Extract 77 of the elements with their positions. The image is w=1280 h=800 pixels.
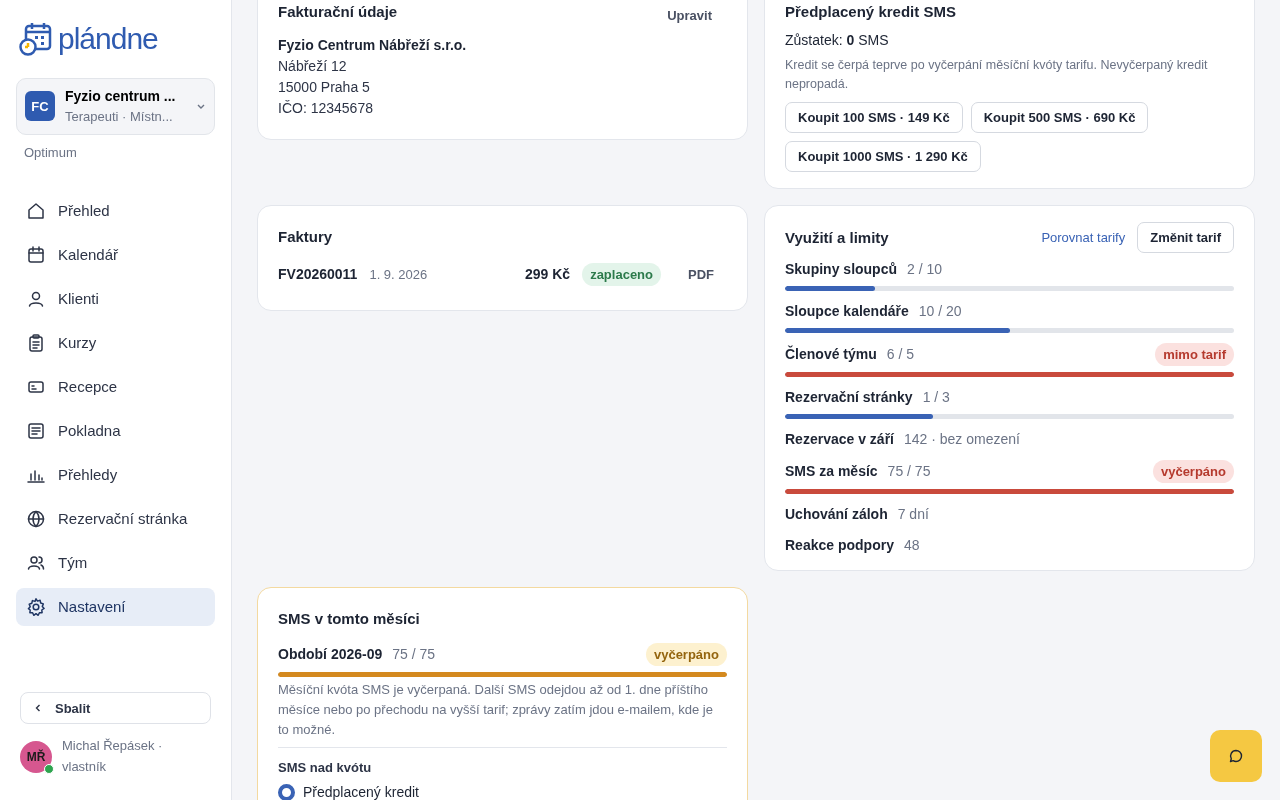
section-label: SMS nad kvótu bbox=[278, 759, 373, 777]
limit-label: Rezervace v září bbox=[785, 430, 894, 449]
logo-icon bbox=[18, 21, 54, 57]
credit-balance: Zůstatek: 0 SMS bbox=[785, 31, 890, 50]
change-plan-button[interactable]: Změnit tarif bbox=[1137, 222, 1234, 253]
paid-status: zaplaceno bbox=[582, 263, 661, 286]
card-title: Předplacený kredit SMS bbox=[785, 2, 957, 22]
address-line: Nábřeží 12 bbox=[278, 56, 348, 76]
limit-label: SMS za měsíc bbox=[785, 462, 878, 481]
nav-item[interactable]: Kurzy bbox=[16, 324, 215, 362]
chat-icon bbox=[1228, 748, 1244, 764]
invoice-amount: 299 Kč bbox=[525, 265, 571, 284]
home-icon bbox=[26, 201, 46, 221]
radio-option[interactable]: Předplacený kredit bbox=[278, 782, 727, 800]
card-title: SMS v tomto měsíci bbox=[278, 609, 421, 629]
period-label: Období 2026‑09 bbox=[278, 645, 383, 664]
limit-label: Členové týmu bbox=[785, 344, 877, 364]
nav-item[interactable]: Nastavení bbox=[16, 588, 215, 626]
card-title: Využití a limity bbox=[785, 228, 889, 248]
calendar-icon bbox=[26, 245, 46, 265]
company-name: Fyzio Centrum Nábřeží s.r.o. bbox=[278, 35, 468, 55]
clipboard-icon bbox=[26, 333, 46, 353]
nav-item[interactable]: Kalendář bbox=[16, 236, 215, 274]
limit-value: 1 / 3 bbox=[922, 388, 950, 407]
invoice-date: 1. 9. 2026 bbox=[369, 266, 428, 284]
nav-item[interactable]: Recepce bbox=[16, 368, 215, 406]
card-title: Fakturační údaje bbox=[278, 2, 398, 22]
limit-label: Sloupce kalendáře bbox=[785, 302, 909, 321]
buy-sms-button[interactable]: Koupit 500 SMS · 690 Kč bbox=[970, 102, 1149, 133]
workspace-subtitle: Terapeuti · Místn... bbox=[65, 108, 174, 126]
logo-text: plándne bbox=[58, 24, 158, 54]
nav-item[interactable]: Pokladna bbox=[16, 412, 215, 450]
chat-button[interactable] bbox=[1210, 730, 1262, 782]
plan-label: Optimum bbox=[24, 143, 78, 162]
card-title: Faktury bbox=[278, 227, 334, 247]
limit-value: 6 / 5 bbox=[886, 345, 915, 364]
limit-label: Rezervační stránky bbox=[785, 388, 913, 407]
limit-label: Reakce podpory bbox=[785, 536, 894, 555]
pdf-link[interactable]: PDF bbox=[687, 263, 715, 286]
nav-item[interactable]: Rezervační stránka bbox=[16, 500, 215, 538]
buy-sms-button[interactable]: Koupit 1000 SMS · 1 290 Kč bbox=[785, 141, 981, 172]
limit-value: 2 / 10 bbox=[907, 260, 943, 279]
nav-item[interactable]: Přehled bbox=[16, 192, 215, 230]
address-line: 15000 Praha 5 bbox=[278, 77, 371, 97]
limit-value: 142 · bez omezení bbox=[903, 430, 1020, 449]
limit-status-badge: mimo tarif bbox=[1155, 343, 1234, 366]
nav-item[interactable]: Klienti bbox=[16, 280, 215, 318]
edit-link[interactable]: Upravit bbox=[666, 5, 713, 27]
credit-note: Kredit se čerpá teprve po vyčerpání měsíční kvóty tarifu. Nevyčerpaný kredit nepropadá. bbox=[785, 57, 1209, 93]
limit-value: 48 bbox=[903, 536, 920, 555]
period-value: 75 / 75 bbox=[392, 645, 436, 664]
quota-note: Měsíční kvóta SMS je vyčerpaná. Další SMS odejdou až od 1. dne příštího měsíce nebo po přechodu na vyšší tarif; zprávy zatím jdou e‑mailem, kde je to možné. bbox=[278, 680, 727, 748]
invoice-number: FV20260011 bbox=[278, 265, 358, 284]
limit-label: Uchování záloh bbox=[785, 505, 888, 524]
workspace-avatar: FC bbox=[25, 91, 55, 122]
person-icon bbox=[26, 289, 46, 309]
nav-item[interactable]: Přehledy bbox=[16, 456, 215, 494]
settings-icon bbox=[26, 597, 46, 617]
address-line: IČO: 12345678 bbox=[278, 98, 374, 118]
limit-value: 7 dní bbox=[897, 505, 929, 524]
people-icon bbox=[26, 553, 46, 573]
limit-value: 10 / 20 bbox=[918, 302, 962, 321]
buy-sms-button[interactable]: Koupit 100 SMS · 149 Kč bbox=[785, 102, 963, 133]
globe-icon bbox=[26, 509, 46, 529]
quota-status-badge: vyčerpáno bbox=[645, 643, 727, 666]
workspace-switcher[interactable]: FC Fyzio centrum ... Terapeuti · Místn... bbox=[16, 78, 215, 135]
limit-value: 75 / 75 bbox=[887, 462, 931, 481]
document-icon bbox=[26, 421, 46, 441]
workspace-name: Fyzio centrum ... bbox=[65, 87, 177, 106]
user-avatar: MŘ bbox=[20, 741, 52, 774]
nav-item[interactable]: Tým bbox=[16, 544, 215, 582]
user-name: Michal Řepásek · vlastník bbox=[62, 737, 164, 777]
limit-status-badge: vyčerpáno bbox=[1152, 460, 1234, 483]
chevron-left-icon bbox=[33, 703, 43, 714]
compare-plans-link[interactable]: Porovnat tarify bbox=[1041, 227, 1126, 248]
collapse-button[interactable]: Sbalit bbox=[20, 692, 211, 725]
limit-label: Skupiny sloupců bbox=[785, 260, 897, 279]
